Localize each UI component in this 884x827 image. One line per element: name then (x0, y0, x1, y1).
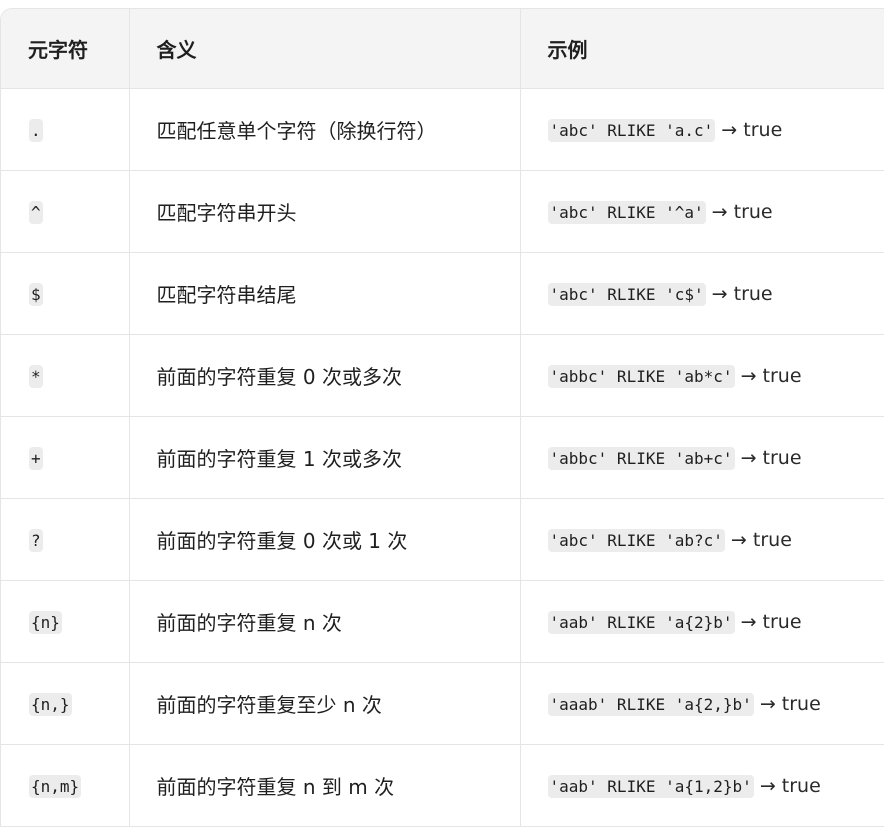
table-row: ? 前面的字符重复 0 次或 1 次 'abc' RLIKE 'ab?c' → … (1, 498, 884, 581)
meta-code: {n,m} (29, 775, 82, 798)
meta-cell: * (1, 334, 130, 417)
meaning-cell: 前面的字符重复 0 次或多次 (129, 334, 521, 417)
table-row: + 前面的字符重复 1 次或多次 'abbc' RLIKE 'ab+c' → t… (1, 416, 884, 499)
example-result: → true (715, 119, 783, 141)
meta-code: + (29, 447, 43, 470)
table-row: {n,} 前面的字符重复至少 n 次 'aaab' RLIKE 'a{2,}b'… (1, 662, 884, 745)
example-cell: 'abc' RLIKE 'ab?c' → true (520, 498, 884, 581)
table-row: . 匹配任意单个字符（除换行符） 'abc' RLIKE 'a.c' → tru… (1, 88, 884, 171)
example-code: 'abc' RLIKE 'c$' (547, 283, 706, 306)
header-meaning: 含义 (129, 9, 521, 89)
header-meta: 元字符 (1, 9, 130, 89)
table-row: ^ 匹配字符串开头 'abc' RLIKE '^a' → true (1, 170, 884, 253)
example-result: → true (734, 447, 802, 469)
example-cell: 'aab' RLIKE 'a{1,2}b' → true (520, 744, 884, 827)
table-row: {n,m} 前面的字符重复 n 到 m 次 'aab' RLIKE 'a{1,2… (1, 744, 884, 827)
example-code: 'aab' RLIKE 'a{1,2}b' (547, 775, 754, 798)
meaning-cell: 前面的字符重复至少 n 次 (129, 662, 521, 745)
table-row: $ 匹配字符串结尾 'abc' RLIKE 'c$' → true (1, 252, 884, 335)
example-result: → true (734, 365, 802, 387)
example-code: 'abbc' RLIKE 'ab+c' (547, 447, 735, 470)
meta-cell: ? (1, 498, 130, 581)
example-result: → true (753, 693, 821, 715)
meta-cell: + (1, 416, 130, 499)
meta-code: * (29, 365, 43, 388)
example-result: → true (705, 283, 773, 305)
example-code: 'abc' RLIKE 'ab?c' (547, 529, 725, 552)
meta-cell: {n} (1, 580, 130, 663)
meta-cell: . (1, 88, 130, 171)
example-code: 'abbc' RLIKE 'ab*c' (547, 365, 735, 388)
example-code: 'aaab' RLIKE 'a{2,}b' (547, 693, 754, 716)
meaning-cell: 前面的字符重复 n 到 m 次 (129, 744, 521, 827)
example-cell: 'abbc' RLIKE 'ab*c' → true (520, 334, 884, 417)
table-header-row: 元字符 含义 示例 (1, 9, 884, 89)
meta-code: . (29, 119, 43, 142)
example-cell: 'abc' RLIKE 'c$' → true (520, 252, 884, 335)
meta-cell: {n,} (1, 662, 130, 745)
example-code: 'abc' RLIKE '^a' (547, 201, 706, 224)
example-result: → true (724, 529, 792, 551)
meta-code: ^ (29, 201, 43, 224)
meta-code: {n} (29, 611, 62, 634)
example-cell: 'abc' RLIKE '^a' → true (520, 170, 884, 253)
example-cell: 'aab' RLIKE 'a{2}b' → true (520, 580, 884, 663)
example-cell: 'abbc' RLIKE 'ab+c' → true (520, 416, 884, 499)
example-cell: 'abc' RLIKE 'a.c' → true (520, 88, 884, 171)
meaning-cell: 前面的字符重复 0 次或 1 次 (129, 498, 521, 581)
table-row: {n} 前面的字符重复 n 次 'aab' RLIKE 'a{2}b' → tr… (1, 580, 884, 663)
meaning-cell: 匹配字符串开头 (129, 170, 521, 253)
meta-cell: $ (1, 252, 130, 335)
example-cell: 'aaab' RLIKE 'a{2,}b' → true (520, 662, 884, 745)
example-code: 'abc' RLIKE 'a.c' (547, 119, 716, 142)
meaning-cell: 匹配任意单个字符（除换行符） (129, 88, 521, 171)
regex-metachar-table-container: 元字符 含义 示例 . 匹配任意单个字符（除换行符） 'abc' RLIKE '… (0, 8, 884, 827)
meta-code: ? (29, 529, 43, 552)
example-code: 'aab' RLIKE 'a{2}b' (547, 611, 735, 634)
example-result: → true (705, 201, 773, 223)
header-example: 示例 (520, 9, 884, 89)
meaning-cell: 匹配字符串结尾 (129, 252, 521, 335)
table-row: * 前面的字符重复 0 次或多次 'abbc' RLIKE 'ab*c' → t… (1, 334, 884, 417)
meta-code: $ (29, 283, 43, 306)
example-result: → true (753, 775, 821, 797)
meta-code: {n,} (29, 693, 72, 716)
regex-metachar-table: 元字符 含义 示例 . 匹配任意单个字符（除换行符） 'abc' RLIKE '… (1, 9, 884, 827)
meaning-cell: 前面的字符重复 1 次或多次 (129, 416, 521, 499)
meaning-cell: 前面的字符重复 n 次 (129, 580, 521, 663)
meta-cell: ^ (1, 170, 130, 253)
meta-cell: {n,m} (1, 744, 130, 827)
example-result: → true (734, 611, 802, 633)
